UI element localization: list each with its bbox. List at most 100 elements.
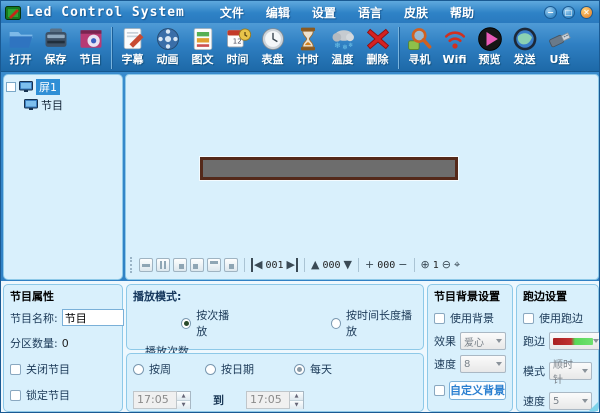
toolbar-dial[interactable]: 表盘: [255, 25, 290, 71]
add-button[interactable]: +: [365, 258, 374, 272]
custom-background-checkbox[interactable]: [434, 385, 445, 396]
usb-disk-icon: [546, 25, 574, 53]
play-by-times-radio[interactable]: [181, 317, 192, 329]
first-frame-button[interactable]: ◀: [251, 258, 262, 272]
lock-program-row[interactable]: 锁定节目: [10, 387, 116, 403]
toolbar-delete[interactable]: 删除: [360, 25, 395, 71]
zoom-in-button[interactable]: ⊕: [421, 258, 430, 272]
toolbar-program[interactable]: 节目: [73, 25, 108, 71]
menu-edit[interactable]: 编辑: [259, 2, 297, 23]
menu-skin[interactable]: 皮肤: [397, 2, 435, 23]
spinner-buttons[interactable]: ▲▼: [177, 391, 191, 409]
toolbar-temperature[interactable]: ❄ ❄ ❄ 温度: [325, 25, 360, 71]
led-screen-area[interactable]: [200, 157, 458, 180]
tree-item-label[interactable]: 屏1: [36, 79, 60, 95]
effect-value: 爱心: [464, 337, 484, 349]
toolbar-grip[interactable]: [130, 257, 133, 273]
use-border-checkbox[interactable]: [523, 312, 534, 324]
menu-file[interactable]: 文件: [213, 2, 251, 23]
toolbar-open[interactable]: 打开: [3, 25, 38, 71]
time-from-value[interactable]: 17:05: [133, 391, 177, 409]
weekly-radio[interactable]: [133, 363, 144, 375]
chevron-down-icon: [496, 339, 502, 343]
play-by-duration-radio-row[interactable]: 按时间长度播放: [330, 307, 417, 339]
line-number: 000: [322, 259, 341, 271]
bg-speed-dropdown[interactable]: 8: [460, 355, 506, 373]
zoom-out-button[interactable]: ⊖: [442, 258, 451, 272]
tree-item-program[interactable]: 节目: [24, 97, 120, 113]
layout-button-1[interactable]: [139, 258, 153, 272]
play-by-duration-radio[interactable]: [330, 317, 341, 329]
screen-checkbox[interactable]: [6, 82, 16, 92]
panel-title: 节目属性: [10, 290, 54, 303]
separator: [304, 258, 305, 272]
toolbar-animation[interactable]: 动画: [150, 25, 185, 71]
use-background-checkbox[interactable]: [434, 312, 445, 324]
tree-item-label[interactable]: 节目: [41, 97, 63, 113]
layout-button-4[interactable]: [190, 258, 204, 272]
use-background-row[interactable]: 使用背景: [434, 310, 506, 326]
layout-button-6[interactable]: [224, 258, 238, 272]
weekly-label: 按周: [149, 363, 171, 376]
menu-help[interactable]: 帮助: [443, 2, 481, 23]
toolbar-subtitle[interactable]: 字幕: [115, 25, 150, 71]
layout-button-5[interactable]: [207, 258, 221, 272]
animation-icon: [154, 25, 182, 53]
toolbar-preview[interactable]: 预览: [472, 25, 507, 71]
custom-background-button[interactable]: 自定义背景: [449, 381, 506, 400]
resize-grip[interactable]: [589, 402, 598, 411]
last-frame-button[interactable]: ▶: [287, 258, 298, 272]
separator: [358, 258, 359, 272]
by-date-radio-row[interactable]: 按日期: [205, 361, 254, 377]
daily-label: 每天: [310, 363, 332, 376]
weekly-radio-row[interactable]: 按周: [133, 361, 171, 377]
fit-view-button[interactable]: ⌖: [454, 258, 460, 272]
lock-program-checkbox[interactable]: [10, 389, 21, 401]
led-preview-canvas[interactable]: ◀ 001 ▶ ▲ 000 ▼ + 000 − ⊕ 1 ⊖ ⌖: [125, 74, 599, 280]
play-by-times-radio-row[interactable]: 按次播放: [181, 307, 237, 339]
layout-button-2[interactable]: [156, 258, 170, 272]
timer-icon: [294, 25, 322, 53]
close-button[interactable]: ✕: [580, 5, 593, 19]
toolbar-time[interactable]: 12 时间: [220, 25, 255, 71]
use-border-row[interactable]: 使用跑边: [523, 310, 592, 326]
preview-icon: [476, 25, 504, 53]
border-speed-dropdown[interactable]: 5: [549, 392, 592, 410]
spinner-buttons[interactable]: ▲▼: [290, 391, 304, 409]
close-program-row[interactable]: 关闭节目: [10, 361, 116, 377]
effect-dropdown[interactable]: 爱心: [460, 332, 506, 350]
toolbar-timer[interactable]: 计时: [290, 25, 325, 71]
time-to-value[interactable]: 17:05: [246, 391, 290, 409]
menu-language[interactable]: 语言: [351, 2, 389, 23]
close-program-checkbox[interactable]: [10, 363, 21, 375]
toolbar-wifi[interactable]: Wifi: [437, 25, 472, 71]
tree-item-screen1[interactable]: 屏1: [6, 79, 120, 95]
maximize-button[interactable]: □: [562, 5, 575, 19]
border-style-dropdown[interactable]: [549, 332, 599, 350]
toolbar-save[interactable]: 保存: [38, 25, 73, 71]
border-mode-label: 模式: [523, 365, 545, 378]
remove-button[interactable]: −: [398, 258, 407, 272]
toolbar-send[interactable]: 发送: [507, 25, 542, 71]
program-icon: [77, 25, 105, 53]
border-mode-dropdown[interactable]: 顺时针: [549, 360, 592, 386]
toolbar-find-device[interactable]: 寻机: [402, 25, 437, 71]
menu-settings[interactable]: 设置: [305, 2, 343, 23]
daily-radio-row[interactable]: 每天: [294, 361, 332, 377]
daily-radio[interactable]: [294, 363, 305, 375]
program-properties-panel: 节目属性 节目名称: 分区数量: 0 关闭节目 锁定节目 定时播放: [3, 284, 124, 412]
layout-button-3[interactable]: [173, 258, 187, 272]
move-up-button[interactable]: ▲: [311, 258, 319, 272]
by-date-radio[interactable]: [205, 363, 216, 375]
minimize-button[interactable]: −: [544, 5, 557, 19]
play-mode-panel: 播放模式: 按次播放 按时间长度播放 播放次数 1 ▲▼: [126, 284, 424, 379]
toolbar-usb[interactable]: U盘: [542, 25, 577, 71]
program-name-input[interactable]: [61, 309, 124, 326]
border-speed-label: 速度: [523, 395, 545, 408]
toolbar-graphic[interactable]: 图文: [185, 25, 220, 71]
svg-text:❄: ❄: [334, 41, 341, 50]
time-to-spinner[interactable]: 17:05 ▲ ▼: [246, 391, 304, 409]
schedule-panel: 按周 按日期 每天 17:05 ▲ ▼ 到 17:05 ▲ ▼: [126, 353, 424, 412]
move-down-button[interactable]: ▼: [344, 258, 352, 272]
time-from-spinner[interactable]: 17:05 ▲ ▼: [133, 391, 191, 409]
